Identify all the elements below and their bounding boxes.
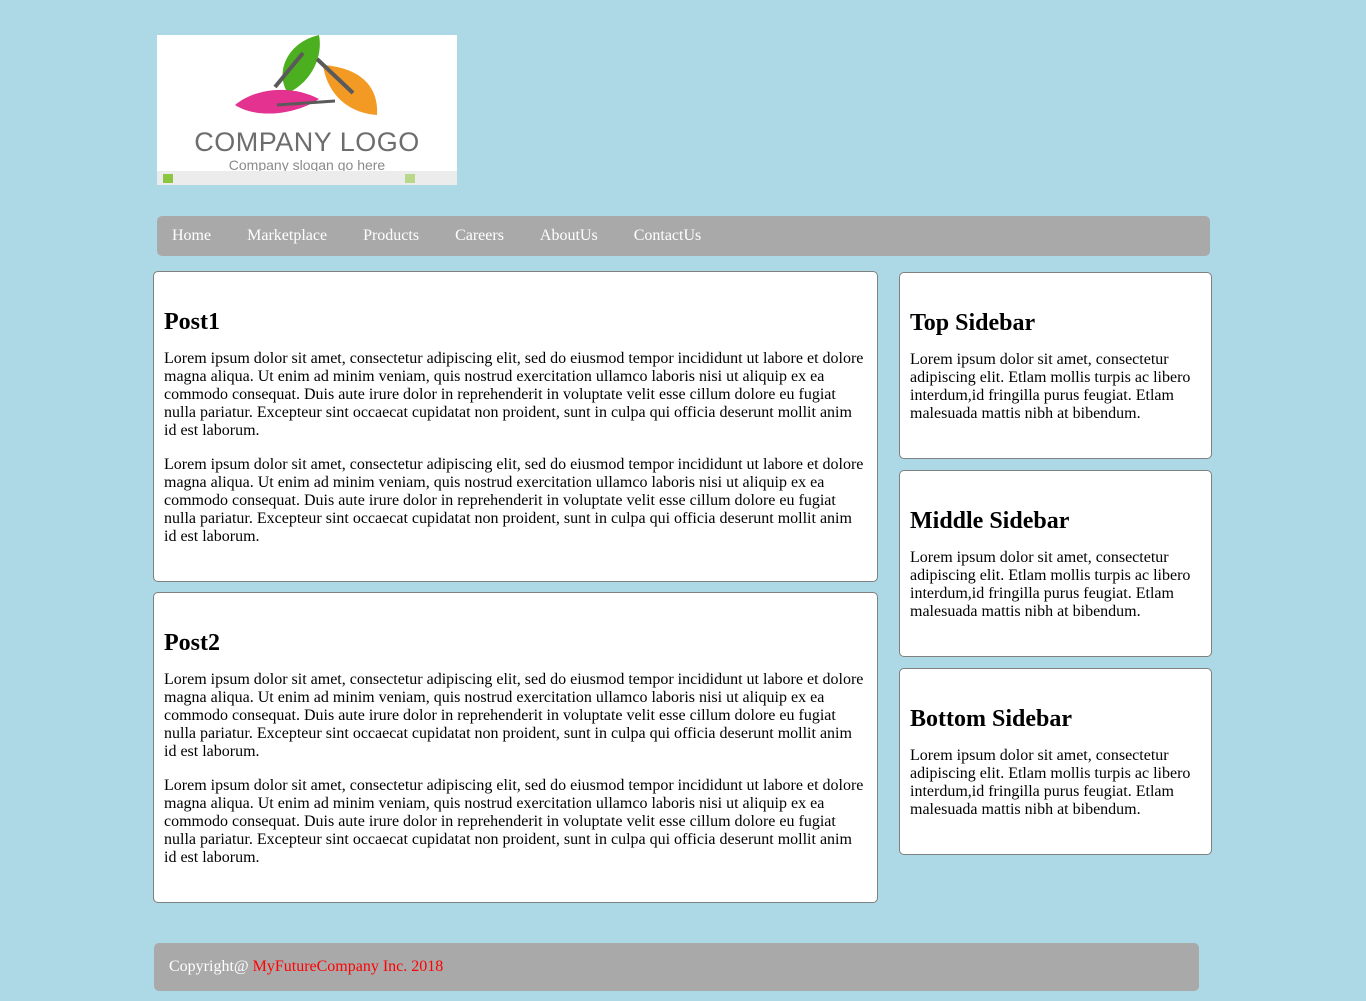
watermark-badge-icon — [163, 174, 173, 183]
nav-item-home[interactable]: Home — [157, 216, 226, 256]
post-paragraph: Lorem ipsum dolor sit amet, consectetur … — [164, 777, 864, 866]
nav-item-careers[interactable]: Careers — [440, 216, 519, 256]
post-card: Post1 Lorem ipsum dolor sit amet, consec… — [153, 271, 878, 582]
nav-item-marketplace[interactable]: Marketplace — [232, 216, 342, 256]
sidebar-title: Top Sidebar — [910, 310, 1036, 336]
post-paragraph: Lorem ipsum dolor sit amet, consectetur … — [164, 671, 864, 760]
sidebar-top: Top Sidebar Lorem ipsum dolor sit amet, … — [899, 272, 1212, 459]
footer: Copyright@ MyFutureCompany Inc. 2018 — [154, 943, 1199, 991]
post-paragraph: Lorem ipsum dolor sit amet, consectetur … — [164, 456, 864, 545]
sidebar-title: Middle Sidebar — [910, 508, 1070, 534]
footer-company-name: MyFutureCompany Inc. 2018 — [252, 958, 444, 975]
sidebar-middle: Middle Sidebar Lorem ipsum dolor sit ame… — [899, 470, 1212, 657]
leaves-logo-icon — [235, 35, 378, 115]
nav-item-aboutus[interactable]: AboutUs — [525, 216, 613, 256]
post-paragraph: Lorem ipsum dolor sit amet, consectetur … — [164, 350, 864, 439]
nav-item-contactus[interactable]: ContactUs — [619, 216, 717, 256]
sidebar-text: Lorem ipsum dolor sit amet, consectetur … — [910, 549, 1191, 620]
company-logo: COMPANY LOGO Company slogan go here — [157, 35, 457, 185]
sidebar-title: Bottom Sidebar — [910, 706, 1072, 732]
main-navbar: Home Marketplace Products Careers AboutU… — [157, 216, 1210, 256]
sidebar-text: Lorem ipsum dolor sit amet, consectetur … — [910, 747, 1191, 818]
logo-text: COMPANY LOGO — [194, 127, 420, 157]
post-title: Post2 — [164, 630, 220, 656]
post-title: Post1 — [164, 309, 220, 335]
footer-copyright: Copyright@ — [169, 958, 253, 975]
nav-item-products[interactable]: Products — [348, 216, 434, 256]
watermark-badge-icon — [405, 174, 415, 183]
sidebar-text: Lorem ipsum dolor sit amet, consectetur … — [910, 351, 1191, 422]
sidebar-bottom: Bottom Sidebar Lorem ipsum dolor sit ame… — [899, 668, 1212, 855]
post-card: Post2 Lorem ipsum dolor sit amet, consec… — [153, 592, 878, 903]
